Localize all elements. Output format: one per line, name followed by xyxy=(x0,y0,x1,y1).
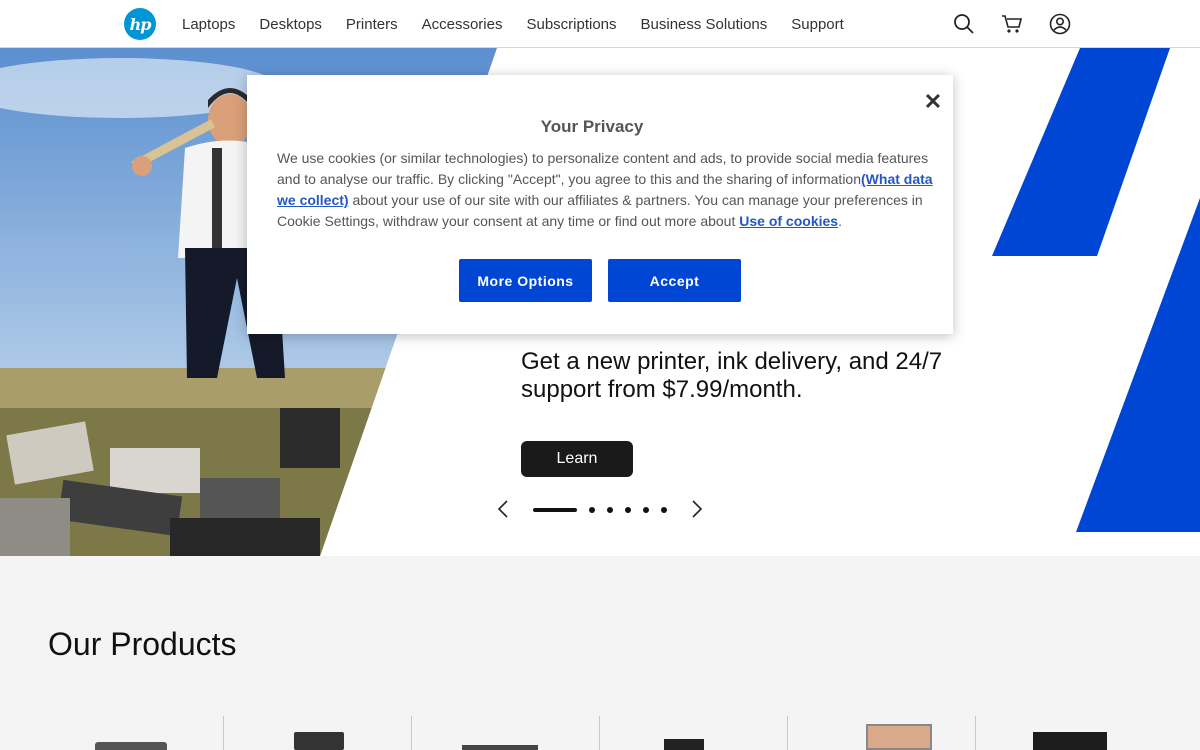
logo-text: hp xyxy=(129,14,152,34)
use-of-cookies-link[interactable]: Use of cookies xyxy=(739,213,838,229)
product-divider xyxy=(223,716,224,750)
monitor-thumbnail[interactable] xyxy=(866,724,932,750)
privacy-text-part1: We use cookies (or similar technologies)… xyxy=(277,150,929,187)
carousel-dot-1[interactable] xyxy=(533,508,577,512)
nav-support[interactable]: Support xyxy=(791,16,844,33)
accessory-thumbnail[interactable] xyxy=(664,739,704,750)
nav-subscriptions[interactable]: Subscriptions xyxy=(526,16,616,33)
nav-business-solutions[interactable]: Business Solutions xyxy=(641,16,768,33)
product-divider xyxy=(599,716,600,750)
hp-logo[interactable]: hp xyxy=(124,8,156,40)
printer-thumbnail[interactable] xyxy=(462,745,538,750)
carousel-dot-5[interactable] xyxy=(643,507,649,513)
carousel-dot-6[interactable] xyxy=(661,507,667,513)
nav-printers[interactable]: Printers xyxy=(346,16,398,33)
products-title: Our Products xyxy=(48,626,237,662)
nav-laptops[interactable]: Laptops xyxy=(182,16,235,33)
product-divider xyxy=(411,716,412,750)
close-icon[interactable]: ✕ xyxy=(919,89,947,114)
product-divider xyxy=(787,716,788,750)
search-icon[interactable] xyxy=(952,12,976,36)
product-divider xyxy=(975,716,976,750)
desktop-thumbnail[interactable] xyxy=(294,732,344,750)
hero-promo-text: Get a new printer, ink delivery, and 24/… xyxy=(521,348,943,403)
carousel-dot-4[interactable] xyxy=(625,507,631,513)
privacy-dialog: ✕ Your Privacy We use cookies (or simila… xyxy=(247,75,953,334)
account-icon[interactable] xyxy=(1048,12,1072,36)
privacy-text: We use cookies (or similar technologies)… xyxy=(277,148,937,232)
accept-button[interactable]: Accept xyxy=(608,259,741,302)
privacy-text-part3: . xyxy=(838,213,842,229)
gaming-thumbnail[interactable] xyxy=(1033,732,1107,750)
products-section: Our Products xyxy=(0,556,1200,750)
main-nav: Laptops Desktops Printers Accessories Su… xyxy=(170,0,856,48)
carousel-dot-3[interactable] xyxy=(607,507,613,513)
chevron-right-icon[interactable] xyxy=(689,499,705,519)
nav-accessories[interactable]: Accessories xyxy=(422,16,503,33)
more-options-button[interactable]: More Options xyxy=(459,259,592,302)
laptop-thumbnail[interactable] xyxy=(95,742,167,750)
nav-desktops[interactable]: Desktops xyxy=(259,16,322,33)
cart-icon[interactable] xyxy=(1000,12,1024,36)
learn-button[interactable]: Learn xyxy=(521,441,633,477)
chevron-left-icon[interactable] xyxy=(495,499,511,519)
carousel-dot-2[interactable] xyxy=(589,507,595,513)
site-header: hp Laptops Desktops Printers Accessories… xyxy=(0,0,1200,48)
privacy-title: Your Privacy xyxy=(540,117,644,136)
